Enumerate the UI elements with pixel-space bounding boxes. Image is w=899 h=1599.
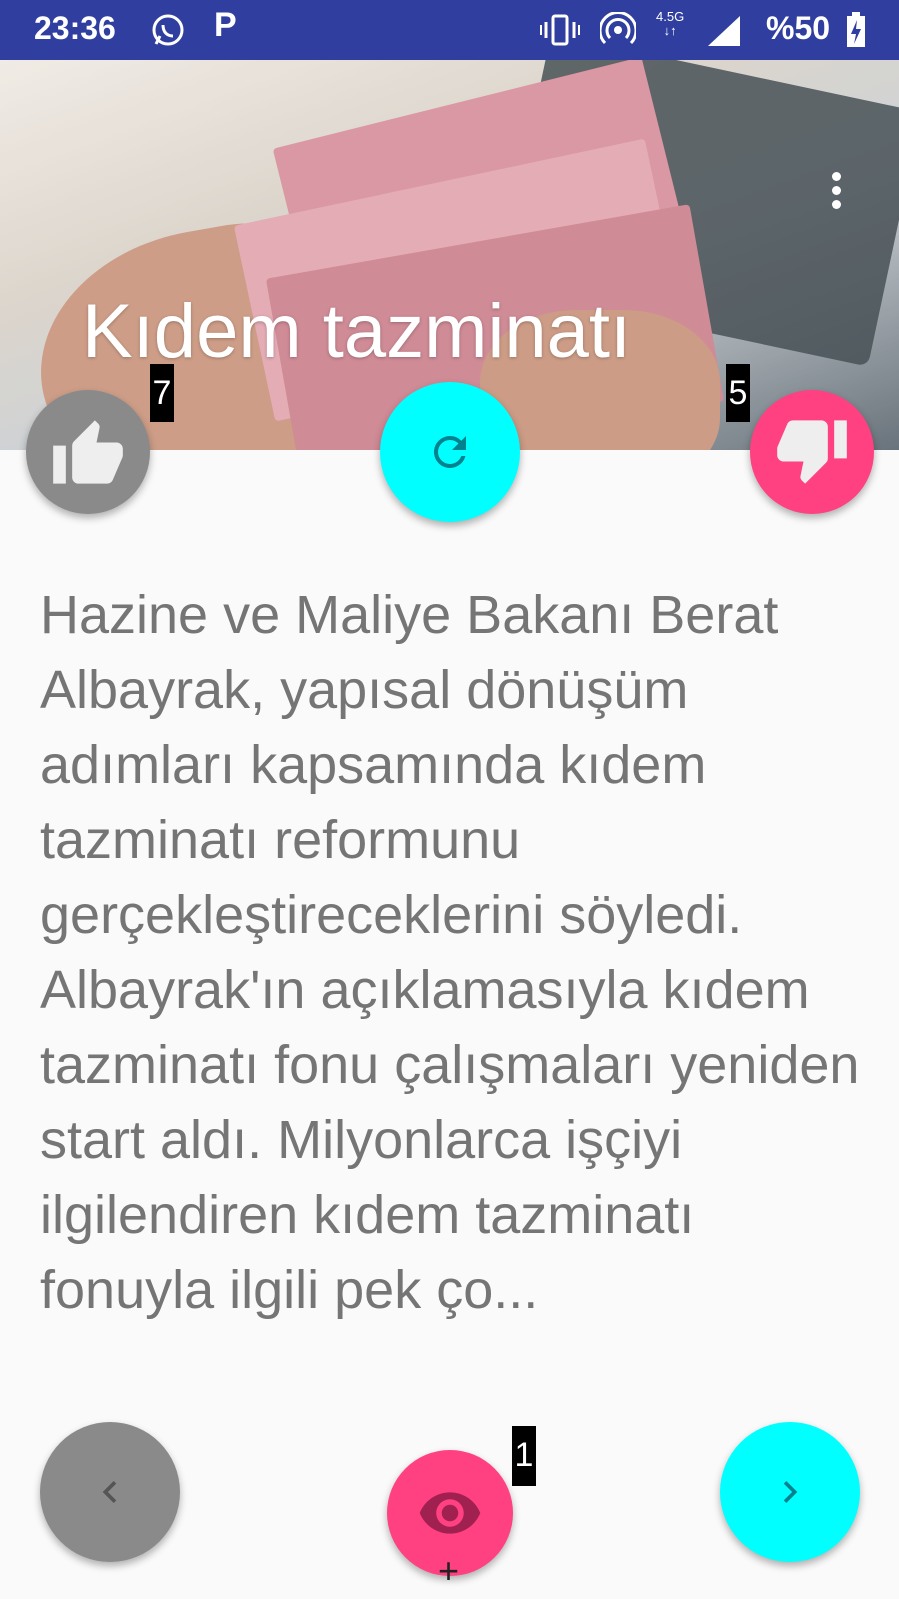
chevron-left-icon	[102, 1481, 117, 1503]
status-time: 23:36	[34, 10, 116, 46]
article-body: Hazine ve Maliye Bakanı Berat Albayrak, …	[40, 585, 860, 1320]
views-count: 1	[512, 1426, 536, 1486]
like-button[interactable]	[26, 390, 150, 514]
network-type-indicator: 4.5G ↓↑	[656, 10, 684, 38]
next-button[interactable]	[720, 1422, 860, 1562]
eye-icon	[419, 1492, 481, 1534]
whatsapp-icon	[152, 14, 184, 46]
hotspot-icon	[600, 12, 636, 45]
thumb-down-icon	[777, 420, 847, 484]
vibrate-icon	[540, 14, 580, 46]
thumb-up-icon	[53, 420, 123, 484]
chevron-right-icon	[783, 1481, 798, 1503]
signal-icon	[708, 16, 740, 46]
add-view-indicator: +	[438, 1550, 460, 1591]
refresh-button[interactable]	[380, 382, 520, 522]
refresh-icon	[433, 435, 466, 468]
more-vert-icon[interactable]	[829, 172, 843, 212]
dislike-count: 5	[726, 364, 750, 422]
article-title: Kıdem tazminatı	[82, 289, 632, 374]
dislike-button[interactable]	[750, 390, 874, 514]
previous-button[interactable]	[40, 1422, 180, 1562]
status-bar: 23:36 P 4.5G ↓↑ %50	[0, 0, 899, 60]
like-count: 7	[150, 364, 174, 422]
battery-charging-icon	[847, 12, 865, 47]
battery-percentage: %50	[766, 10, 831, 46]
data-arrows-icon: ↓↑	[663, 23, 677, 38]
parking-icon: P	[214, 6, 237, 44]
network-type-label: 4.5G	[656, 9, 685, 24]
